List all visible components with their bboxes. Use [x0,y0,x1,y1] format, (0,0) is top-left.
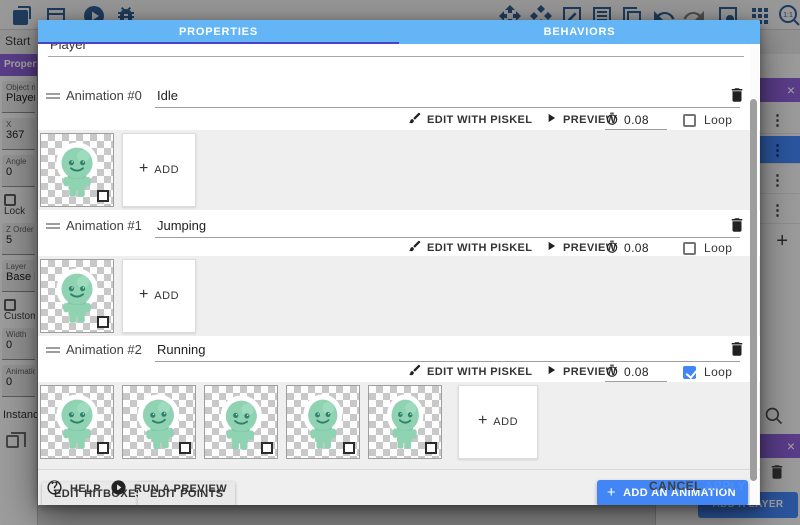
animation-1-frames: +ADD [38,256,760,336]
loop-label: Loop [704,241,732,255]
sprite-frame-thumbnail[interactable] [122,385,196,459]
delete-animation-icon[interactable] [728,339,746,359]
play-icon [544,239,558,253]
tab-properties[interactable]: PROPERTIES [38,20,399,44]
run-preview-button[interactable]: RUN A PREVIEW [110,479,227,497]
loop-control: Loop [683,362,732,382]
drag-handle-icon[interactable] [46,223,60,229]
delete-animation-icon[interactable] [728,85,746,105]
animation-name-field[interactable]: Running [155,338,740,362]
animation-1-controls: EDIT WITH PISKEL PREVIEW 0.08 Loop [38,238,760,258]
timer-icon [605,240,619,254]
animation-label: Animation #0 [66,88,142,103]
dialog-body: Player Animation #0 Idle EDIT WITH PISKE… [38,44,760,505]
timer-icon [605,112,619,126]
edit-with-piskel-button[interactable]: EDIT WITH PISKEL [408,110,532,130]
loop-checkbox[interactable] [683,366,696,379]
dialog-scrollbar-track[interactable] [750,44,759,505]
frame-delay-field[interactable]: 0.08 [605,238,667,258]
plus-icon: + [139,160,148,178]
frame-select-checkbox[interactable] [97,442,109,454]
help-icon [46,479,63,496]
animation-0-controls: EDIT WITH PISKEL PREVIEW 0.08 Loop [38,110,760,130]
frame-select-checkbox[interactable] [97,190,109,202]
animation-2-header: Animation #2 Running [38,336,760,364]
gdevelop-app: 1:1 Start Properties Object name Player … [0,0,800,525]
frame-delay-field[interactable]: 0.08 [605,362,667,382]
object-name-field[interactable]: Player [48,44,744,57]
dialog-scrollbar-thumb[interactable] [750,99,757,481]
play-circle-filled-icon [110,479,127,496]
frame-select-checkbox[interactable] [97,316,109,328]
loop-checkbox[interactable] [683,114,696,127]
sprite-frame-thumbnail[interactable] [40,133,114,207]
help-button[interactable]: HELP [46,479,101,497]
sprite-frame-thumbnail[interactable] [204,385,278,459]
loop-label: Loop [704,113,732,127]
add-frame-button[interactable]: +ADD [458,385,538,459]
plus-icon: + [139,286,148,304]
loop-checkbox[interactable] [683,242,696,255]
add-frame-button[interactable]: +ADD [122,133,196,207]
brush-icon [408,239,422,253]
plus-icon: + [478,412,487,430]
loop-control: Loop [683,110,732,130]
cancel-button[interactable]: CANCEL [649,479,702,493]
animation-name-field[interactable]: Jumping [155,214,740,238]
dialog-tabbar: PROPERTIES BEHAVIORS [38,20,760,44]
animation-2-frames: +ADD [38,382,760,462]
brush-icon [408,363,422,377]
dialog-footer: HELP RUN A PREVIEW CANCEL APPLY [38,469,760,505]
timer-icon [605,364,619,378]
animation-1-header: Animation #1 Jumping [38,212,760,240]
sprite-frame-thumbnail[interactable] [286,385,360,459]
frame-select-checkbox[interactable] [261,442,273,454]
sprite-frame-thumbnail[interactable] [368,385,442,459]
animation-label: Animation #2 [66,342,142,357]
apply-button[interactable]: APPLY [705,479,746,493]
frame-delay-field[interactable]: 0.08 [605,110,667,130]
edit-with-piskel-button[interactable]: EDIT WITH PISKEL [408,362,532,382]
animation-0-frames: +ADD [38,130,760,210]
play-icon [544,363,558,377]
brush-icon [408,111,422,125]
sprite-frame-thumbnail[interactable] [40,385,114,459]
sprite-frame-thumbnail[interactable] [40,259,114,333]
animation-2-controls: EDIT WITH PISKEL PREVIEW 0.08 Loop [38,362,760,382]
loop-label: Loop [704,365,732,379]
edit-with-piskel-button[interactable]: EDIT WITH PISKEL [408,238,532,258]
animation-name-field[interactable]: Idle [155,84,740,108]
frame-select-checkbox[interactable] [179,442,191,454]
frame-select-checkbox[interactable] [425,442,437,454]
loop-control: Loop [683,238,732,258]
animation-label: Animation #1 [66,218,142,233]
drag-handle-icon[interactable] [46,93,60,99]
frame-select-checkbox[interactable] [343,442,355,454]
object-editor-dialog: PROPERTIES BEHAVIORS Player Animation #0… [38,20,760,505]
delete-animation-icon[interactable] [728,215,746,235]
play-icon [544,111,558,125]
animation-0-header: Animation #0 Idle [38,82,760,110]
tab-behaviors[interactable]: BEHAVIORS [399,20,760,44]
drag-handle-icon[interactable] [46,347,60,353]
add-frame-button[interactable]: +ADD [122,259,196,333]
